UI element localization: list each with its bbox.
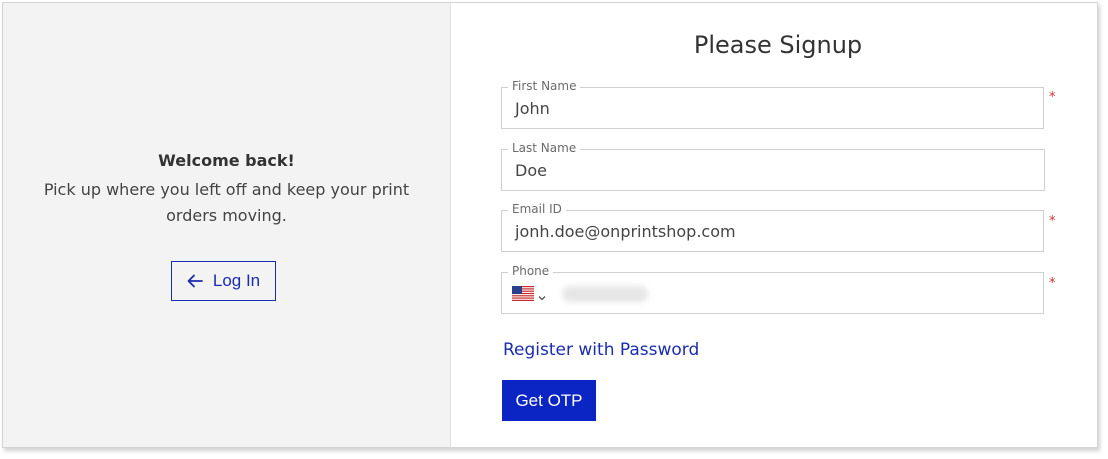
- get-otp-button[interactable]: Get OTP: [502, 380, 596, 421]
- country-code-select[interactable]: [512, 286, 546, 305]
- login-button-label: Log In: [212, 271, 261, 290]
- phone-label: Phone: [508, 263, 554, 279]
- email-field[interactable]: Email ID jonh.doe@onprintshop.com: [501, 201, 1044, 252]
- welcome-message: Pick up where you left off and keep your…: [43, 180, 410, 225]
- last-name-field[interactable]: Last Name Doe: [501, 140, 1045, 191]
- us-flag-icon: [512, 286, 534, 305]
- email-value: jonh.doe@onprintshop.com: [515, 222, 736, 241]
- email-label: Email ID: [508, 201, 566, 217]
- signup-card: Welcome back! Pick up where you left off…: [2, 2, 1098, 448]
- signup-form: Please Signup First Name John * Last Nam…: [451, 3, 1097, 447]
- last-name-value: Doe: [515, 161, 547, 180]
- welcome-panel: Welcome back! Pick up where you left off…: [3, 3, 451, 447]
- first-name-required-mark: *: [1049, 90, 1056, 105]
- phone-number-redacted: [562, 286, 648, 302]
- chevron-down-icon: [538, 286, 546, 305]
- arrow-left-icon: [187, 274, 203, 288]
- first-name-label: First Name: [508, 78, 581, 94]
- register-with-password-link[interactable]: Register with Password: [503, 340, 699, 360]
- phone-required-mark: *: [1049, 276, 1056, 291]
- login-button[interactable]: Log In: [171, 261, 276, 301]
- first-name-field[interactable]: First Name John: [501, 78, 1044, 129]
- form-title: Please Signup: [693, 31, 863, 59]
- email-required-mark: *: [1049, 214, 1056, 229]
- first-name-value: John: [515, 99, 550, 118]
- last-name-label: Last Name: [508, 140, 581, 156]
- welcome-title: Welcome back!: [158, 151, 295, 170]
- phone-field[interactable]: Phone: [501, 263, 1044, 314]
